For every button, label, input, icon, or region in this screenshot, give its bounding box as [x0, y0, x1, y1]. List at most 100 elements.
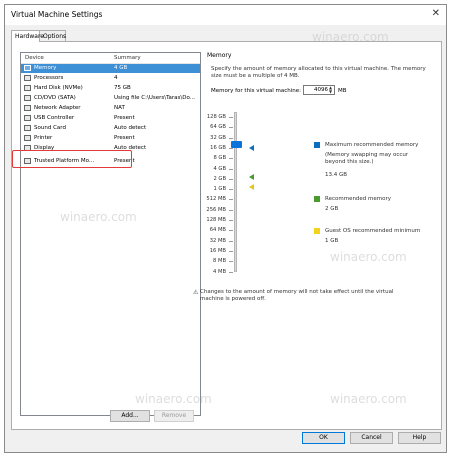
device-summary: 75 GB: [114, 85, 131, 91]
memory-unit: MB: [338, 88, 347, 94]
memory-scale-tick: [229, 220, 233, 221]
max-recommended-note: (Memory swapping may occur beyond this s…: [325, 152, 409, 165]
device-row-usb-controller[interactable]: USB Controller Present: [21, 114, 200, 123]
device-name: Printer: [34, 135, 53, 141]
memory-scale-tick: [229, 127, 233, 129]
cd-dvd-icon: [24, 95, 31, 101]
cancel-button[interactable]: Cancel: [350, 432, 393, 444]
guest-min-marker: [249, 184, 254, 190]
max-recommended-swatch: [314, 142, 320, 148]
device-column-header[interactable]: Device: [25, 55, 44, 61]
max-recommended-label: Maximum recommended memory: [325, 142, 419, 148]
memory-scale-label: 2 GB: [213, 175, 226, 182]
memory-scale-tick: [229, 240, 233, 242]
hard-disk-icon: [24, 85, 31, 91]
warning-icon: ⚠: [193, 289, 199, 296]
network-icon: [24, 105, 31, 111]
recommended-label: Recommended memory: [325, 196, 392, 202]
memory-slider-track[interactable]: [234, 112, 237, 272]
guest-min-value: 1 GB: [325, 238, 339, 244]
memory-scale-tick: [229, 147, 233, 149]
memory-scale-tick: [229, 209, 233, 211]
memory-scale-tick: [229, 168, 233, 170]
device-summary: Auto detect: [114, 125, 147, 131]
device-summary: 4 GB: [114, 65, 128, 71]
memory-scale-label: 64 GB: [210, 124, 226, 131]
tpm-highlight-box: [12, 150, 132, 168]
device-name: CD/DVD (SATA): [34, 95, 76, 101]
memory-scale-label: 32 MB: [209, 237, 226, 244]
tab-hardware[interactable]: Hardware: [11, 30, 44, 42]
memory-slider-thumb[interactable]: [231, 141, 242, 148]
memory-warning-text: Changes to the amount of memory will not…: [200, 289, 394, 302]
device-row-printer[interactable]: Printer Present: [21, 134, 200, 143]
help-button[interactable]: Help: [398, 432, 441, 444]
remove-button[interactable]: Remove: [154, 410, 194, 422]
device-list-header: Device Summary: [21, 53, 200, 64]
memory-scale-label: 128 GB: [206, 114, 226, 120]
memory-scale-tick: [229, 137, 233, 139]
memory-scale-label: 256 MB: [206, 206, 226, 213]
device-row-processors[interactable]: Processors 4: [21, 74, 200, 83]
memory-scale-tick: [229, 117, 233, 118]
memory-scale-label: 16 GB: [210, 144, 226, 151]
device-row-sound-card[interactable]: Sound Card Auto detect: [21, 124, 200, 133]
memory-scale-label: 1 GB: [213, 186, 226, 193]
memory-spinner[interactable]: ▲ ▼: [329, 86, 332, 94]
memory-scale-label: 64 MB: [209, 227, 226, 234]
memory-scale-label: 512 MB: [206, 196, 226, 203]
memory-scale-tick: [229, 261, 233, 263]
memory-scale-label: 16 MB: [209, 247, 226, 254]
memory-scale-tick: [229, 271, 233, 273]
memory-scale-tick: [229, 250, 233, 252]
device-name: Network Adapter: [34, 105, 81, 111]
max-recommended-value: 13.4 GB: [325, 172, 348, 178]
device-name: USB Controller: [34, 115, 75, 121]
memory-scale-label: 4 GB: [213, 165, 226, 172]
device-list[interactable]: Device Summary Memory 4 GB Processors 4 …: [20, 52, 201, 416]
processor-icon: [24, 75, 31, 81]
device-summary: Present: [114, 115, 135, 121]
memory-icon: [24, 65, 31, 71]
device-summary: 4: [114, 75, 118, 81]
add-button[interactable]: Add...: [110, 410, 150, 422]
window-title: Virtual Machine Settings: [11, 10, 103, 19]
usb-icon: [24, 115, 31, 121]
device-row-cd-dvd[interactable]: CD/DVD (SATA) Using file C:\Users\Taras\…: [21, 94, 200, 103]
device-row-hard-disk[interactable]: Hard Disk (NVMe) 75 GB: [21, 84, 200, 93]
title-bar: Virtual Machine Settings ✕: [5, 5, 446, 25]
memory-description: Specify the amount of memory allocated t…: [211, 66, 426, 79]
sound-icon: [24, 125, 31, 131]
memory-warning: ⚠ Changes to the amount of memory will n…: [193, 289, 415, 303]
device-name: Sound Card: [34, 125, 66, 131]
memory-scale-tick: [229, 199, 233, 201]
printer-icon: [24, 135, 31, 141]
summary-column-header[interactable]: Summary: [114, 55, 141, 61]
device-name: Processors: [34, 75, 64, 81]
device-summary: Present: [114, 135, 135, 141]
memory-group-title: Memory: [207, 52, 232, 59]
device-row-network-adapter[interactable]: Network Adapter NAT: [21, 104, 200, 113]
memory-group: Memory Specify the amount of memory allo…: [204, 52, 435, 320]
memory-field-label: Memory for this virtual machine:: [211, 88, 302, 94]
guest-min-swatch: [314, 228, 320, 234]
max-recommended-marker: [249, 145, 254, 151]
ok-button[interactable]: OK: [302, 432, 345, 444]
recommended-value: 2 GB: [325, 206, 339, 212]
memory-scale-tick: [229, 158, 233, 160]
memory-scale-tick: [229, 189, 233, 191]
device-row-memory[interactable]: Memory 4 GB: [21, 64, 200, 73]
recommended-marker: [249, 174, 254, 180]
device-summary: Using file C:\Users\Taras\Do...: [114, 95, 195, 101]
hardware-panel: Device Summary Memory 4 GB Processors 4 …: [11, 41, 442, 430]
close-icon[interactable]: ✕: [432, 8, 440, 19]
guest-min-label: Guest OS recommended minimum: [325, 228, 421, 234]
memory-scale-label: 8 GB: [213, 155, 226, 162]
memory-scale-label: 8 MB: [213, 258, 226, 265]
memory-scale-tick: [229, 230, 233, 232]
memory-scale-label: 4 MB: [213, 268, 226, 275]
memory-scale-tick: [229, 178, 233, 180]
memory-scale-label: 128 MB: [206, 217, 226, 223]
memory-scale-label: 32 GB: [210, 134, 226, 141]
device-name: Memory: [34, 65, 57, 71]
